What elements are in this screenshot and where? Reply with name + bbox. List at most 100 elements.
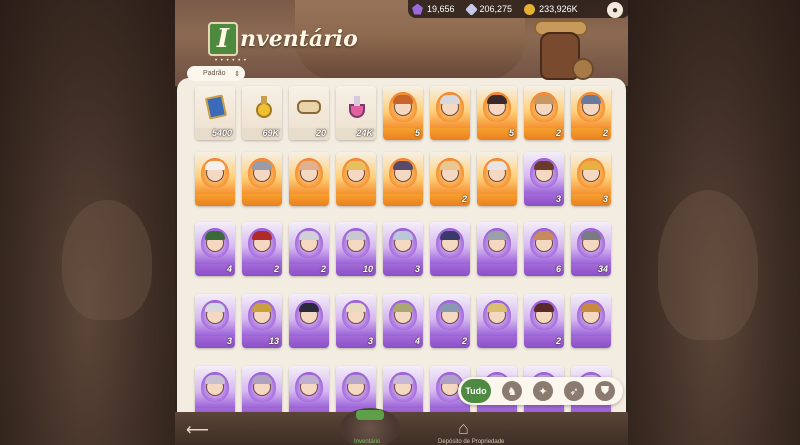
currency-gold: 233,926K: [524, 3, 578, 15]
hero-hair: [252, 231, 272, 240]
card-bar: [477, 264, 517, 276]
hero-hair: [205, 161, 225, 170]
inventory-item-card[interactable]: 69K: [242, 86, 282, 140]
hero-shard-card[interactable]: 5: [477, 86, 517, 140]
hero-shard-card[interactable]: 2: [242, 222, 282, 276]
inventory-item-card[interactable]: 20: [289, 86, 329, 140]
hero-hair: [299, 161, 319, 170]
hero-shard-card[interactable]: [289, 294, 329, 348]
hero-hair: [299, 231, 319, 240]
ranger-class-icon[interactable]: ➶: [564, 381, 584, 401]
card-bar: [477, 194, 517, 206]
item-count: 4: [414, 336, 420, 346]
hero-shard-card[interactable]: [195, 152, 235, 206]
hero-shard-card[interactable]: 3: [524, 152, 564, 206]
hero-shard-card[interactable]: 2: [430, 294, 470, 348]
hero-shard-card[interactable]: 10: [336, 222, 376, 276]
backpack-pouch: [572, 58, 594, 80]
hero-shard-card[interactable]: 2: [289, 222, 329, 276]
hero-shard-card[interactable]: 13: [242, 294, 282, 348]
hero-hair: [346, 231, 366, 240]
hero-shard-card[interactable]: 5: [383, 86, 423, 140]
hero-hair: [534, 95, 554, 104]
hero-shard-card[interactable]: [383, 152, 423, 206]
hero-shard-card[interactable]: [430, 86, 470, 140]
hero-hair: [346, 161, 366, 170]
hero-shard-card[interactable]: [336, 152, 376, 206]
gold-coin-icon: [524, 3, 536, 15]
hero-shard-card[interactable]: [477, 152, 517, 206]
hero-hair: [487, 303, 507, 312]
hero-shard-card[interactable]: [336, 366, 376, 412]
card-bar: [430, 128, 470, 140]
item-count: 24K: [356, 128, 373, 138]
hero-shard-card[interactable]: [383, 366, 423, 412]
hero-shard-card[interactable]: 3: [195, 294, 235, 348]
hero-hair: [299, 303, 319, 312]
hero-shard-card[interactable]: [477, 294, 517, 348]
item-count: 3: [602, 194, 608, 204]
filter-all-button[interactable]: Tudo: [461, 379, 491, 403]
item-count: 5400: [211, 128, 232, 138]
hero-hair: [440, 375, 460, 384]
hero-hair: [252, 303, 272, 312]
item-count: 10: [362, 264, 373, 274]
mage-class-icon[interactable]: ✦: [533, 381, 553, 401]
hero-shard-card[interactable]: 3: [571, 152, 611, 206]
item-count: 2: [602, 128, 608, 138]
hero-shard-card[interactable]: 2: [524, 294, 564, 348]
hero-shard-card[interactable]: 2: [430, 152, 470, 206]
hero-shard-card[interactable]: 4: [195, 222, 235, 276]
card-bar: [289, 336, 329, 348]
hero-hair: [346, 303, 366, 312]
title-badge: I: [208, 22, 238, 56]
hero-shard-card[interactable]: [289, 366, 329, 412]
tank-class-icon[interactable]: ⛊: [595, 381, 615, 401]
hero-shard-card[interactable]: [477, 222, 517, 276]
hero-hair: [393, 231, 413, 240]
inventory-item-card[interactable]: 24K: [336, 86, 376, 140]
hero-hair: [346, 375, 366, 384]
hero-shard-card[interactable]: 34: [571, 222, 611, 276]
warrior-class-icon[interactable]: ♞: [502, 381, 522, 401]
hero-shard-card[interactable]: [242, 366, 282, 412]
hero-shard-card[interactable]: [195, 366, 235, 412]
background-right: [628, 0, 800, 445]
hero-shard-card[interactable]: [430, 222, 470, 276]
background-left: [0, 0, 175, 445]
inventory-item-card[interactable]: 5400: [195, 86, 235, 140]
flask-icon: [344, 94, 368, 118]
item-count: 13: [268, 336, 279, 346]
back-arrow-icon[interactable]: ⟵: [186, 420, 209, 440]
backpack-illustration: [532, 14, 596, 86]
hero-shard-card[interactable]: 2: [571, 86, 611, 140]
item-count: 3: [555, 194, 561, 204]
title-text: nventário: [240, 26, 358, 52]
hero-shard-card[interactable]: [242, 152, 282, 206]
hero-hair: [581, 303, 601, 312]
item-count: 34: [597, 264, 608, 274]
house-icon[interactable]: ⌂: [458, 418, 482, 438]
item-count: 4: [226, 264, 232, 274]
item-count: 2: [461, 336, 467, 346]
hero-shard-card[interactable]: [289, 152, 329, 206]
currency-bar: 19,656 206,275 233,926K: [408, 0, 630, 18]
sort-dropdown[interactable]: Padrão ⇕: [187, 66, 245, 81]
item-count: 3: [414, 264, 420, 274]
hero-shard-card[interactable]: 4: [383, 294, 423, 348]
nav-storage-label[interactable]: Depósito de Propriedade: [438, 439, 504, 445]
hero-shard-card[interactable]: [571, 294, 611, 348]
item-count: 3: [367, 336, 373, 346]
hero-shard-card[interactable]: 2: [524, 86, 564, 140]
item-count: 2: [273, 264, 279, 274]
hero-hair: [440, 303, 460, 312]
item-count: 6: [555, 264, 561, 274]
hero-shard-card[interactable]: 3: [383, 222, 423, 276]
hero-hair: [534, 231, 554, 240]
currency-diamonds-value: 206,275: [479, 4, 513, 14]
hero-shard-card[interactable]: 3: [336, 294, 376, 348]
hero-shard-card[interactable]: 6: [524, 222, 564, 276]
account-icon[interactable]: ●: [607, 2, 623, 18]
item-count: 69K: [262, 128, 279, 138]
currency-diamonds: 206,275: [464, 2, 513, 16]
